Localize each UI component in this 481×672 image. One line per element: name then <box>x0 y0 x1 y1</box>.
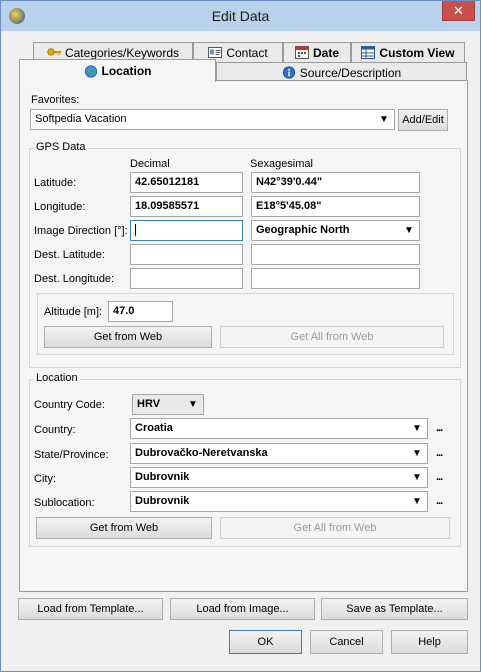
calendar-icon <box>294 46 309 59</box>
latitude-label: Latitude: <box>34 177 77 189</box>
city-more-button[interactable]: ... <box>436 471 443 483</box>
decimal-column-header: Decimal <box>130 158 170 170</box>
longitude-sexagesimal-input[interactable]: E18°5'45.08" <box>251 196 420 217</box>
tab-label: Categories/Keywords <box>64 45 180 60</box>
globe-icon <box>84 64 97 78</box>
favorites-add-edit-button[interactable]: Add/Edit <box>398 109 448 131</box>
info-icon <box>282 66 295 79</box>
image-direction-input[interactable] <box>130 220 243 241</box>
tab-label: Source/Description <box>299 65 402 80</box>
tab-label: Contact <box>226 45 268 60</box>
chevron-down-icon: ▼ <box>412 472 422 483</box>
tab-custom-view[interactable]: Custom View <box>351 42 465 62</box>
favorites-value: Softpedia Vacation <box>35 113 127 125</box>
state-more-button[interactable]: ... <box>436 447 443 459</box>
state-province-label: State/Province: <box>34 449 109 461</box>
save-as-template-button[interactable]: Save as Template... <box>321 598 468 620</box>
gps-get-all-from-web-button[interactable]: Get All from Web <box>220 326 444 348</box>
longitude-decimal-input[interactable]: 18.09585571 <box>130 196 243 217</box>
chevron-down-icon: ▼ <box>379 114 389 125</box>
favorites-label: Favorites: <box>31 94 80 106</box>
chevron-down-icon: ▼ <box>412 423 422 434</box>
sublocation-label: Sublocation: <box>34 497 95 509</box>
country-dropdown[interactable]: Croatia ▼ <box>130 418 428 439</box>
sublocation-more-button[interactable]: ... <box>436 495 443 507</box>
country-code-label: Country Code: <box>34 399 105 411</box>
state-province-dropdown[interactable]: Dubrovačko-Neretvanska ▼ <box>130 443 428 464</box>
dest-longitude-decimal-input[interactable] <box>130 268 243 289</box>
direction-reference-dropdown[interactable]: Geographic North ▼ <box>251 220 420 241</box>
tab-label: Location <box>101 64 152 78</box>
key-icon <box>47 48 61 56</box>
country-more-button[interactable]: ... <box>436 422 443 434</box>
location-tab-panel: Favorites: Softpedia Vacation ▼ Add/Edit… <box>19 80 468 592</box>
altitude-input[interactable]: 47.0 <box>108 301 173 322</box>
country-code-dropdown[interactable]: HRV ▼ <box>132 394 204 415</box>
ok-button[interactable]: OK <box>229 630 302 654</box>
tab-label: Custom View <box>379 45 455 60</box>
dest-latitude-decimal-input[interactable] <box>130 244 243 265</box>
longitude-label: Longitude: <box>34 201 86 213</box>
state-province-value: Dubrovačko-Neretvanska <box>135 447 268 459</box>
image-direction-label: Image Direction [°]: <box>34 225 128 237</box>
chevron-down-icon: ▼ <box>188 399 198 410</box>
load-from-image-button[interactable]: Load from Image... <box>170 598 315 620</box>
contact-card-icon <box>208 47 223 58</box>
country-value: Croatia <box>135 422 173 434</box>
country-label: Country: <box>34 424 76 436</box>
load-from-template-button[interactable]: Load from Template... <box>18 598 163 620</box>
sublocation-dropdown[interactable]: Dubrovnik ▼ <box>130 491 428 512</box>
latitude-sexagesimal-input[interactable]: N42°39'0.44" <box>251 172 420 193</box>
chevron-down-icon: ▼ <box>412 448 422 459</box>
location-get-from-web-button[interactable]: Get from Web <box>36 517 212 539</box>
cancel-button[interactable]: Cancel <box>310 630 383 654</box>
tab-date[interactable]: Date <box>283 42 351 62</box>
close-button[interactable]: ✕ <box>442 1 475 21</box>
chevron-down-icon: ▼ <box>404 225 414 236</box>
table-view-icon <box>361 46 376 59</box>
city-label: City: <box>34 473 56 485</box>
title-bar: Edit Data ✕ <box>1 1 480 31</box>
location-group-title: Location <box>34 372 80 384</box>
tab-location[interactable]: Location <box>19 59 216 82</box>
sexagesimal-column-header: Sexagesimal <box>250 158 313 170</box>
dest-latitude-label: Dest. Latitude: <box>34 249 105 261</box>
dest-latitude-sexagesimal-input[interactable] <box>251 244 420 265</box>
dest-longitude-label: Dest. Longitude: <box>34 273 115 285</box>
tab-source-description[interactable]: Source/Description <box>216 62 467 82</box>
gps-data-group-title: GPS Data <box>34 141 88 153</box>
latitude-decimal-input[interactable]: 42.65012181 <box>130 172 243 193</box>
help-button[interactable]: Help <box>391 630 468 654</box>
sublocation-value: Dubrovnik <box>135 495 190 507</box>
country-code-value: HRV <box>137 398 161 410</box>
altitude-label: Altitude [m]: <box>44 306 103 318</box>
city-value: Dubrovnik <box>135 471 190 483</box>
window-title: Edit Data <box>211 8 270 24</box>
direction-reference-value: Geographic North <box>256 224 350 236</box>
dest-longitude-sexagesimal-input[interactable] <box>251 268 420 289</box>
gps-get-from-web-button[interactable]: Get from Web <box>44 326 212 348</box>
text-cursor <box>135 224 136 237</box>
chevron-down-icon: ▼ <box>412 496 422 507</box>
city-dropdown[interactable]: Dubrovnik ▼ <box>130 467 428 488</box>
favorites-dropdown[interactable]: Softpedia Vacation ▼ <box>30 109 395 130</box>
location-get-all-from-web-button[interactable]: Get All from Web <box>220 517 450 539</box>
edit-data-window: Edit Data ✕ Categories/Keywords Contact … <box>0 0 481 672</box>
tab-label: Date <box>312 45 339 60</box>
